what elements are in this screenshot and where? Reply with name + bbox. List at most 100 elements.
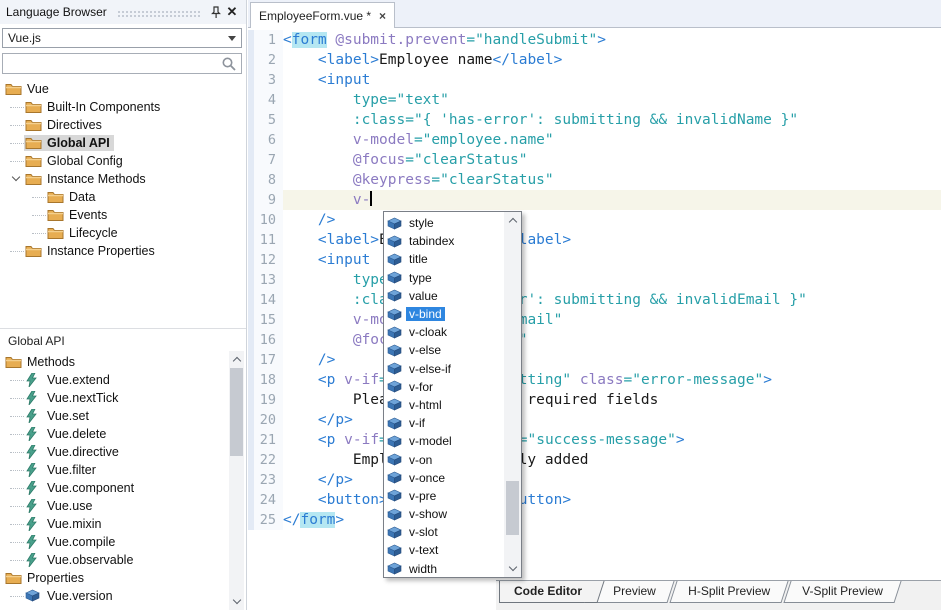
scrollbar-thumb[interactable] — [506, 481, 519, 535]
code-line[interactable]: 3 <input — [248, 70, 941, 90]
autocomplete-item[interactable]: v-slot — [384, 523, 504, 541]
editor-tab[interactable]: EmployeeForm.vue * × — [250, 2, 395, 28]
tree-item[interactable]: Vue.version — [0, 587, 228, 605]
chevron-down-icon[interactable] — [224, 31, 239, 45]
tree-item[interactable]: Vue.set — [0, 407, 228, 425]
autocomplete-item-label: v-show — [406, 507, 450, 521]
code-line[interactable]: 11 <label>Employee email</label> — [248, 230, 941, 250]
code-line[interactable]: 18 <p v-if="error && submitting" class="… — [248, 370, 941, 390]
panel-title-bar[interactable]: Language Browser ✕ — [0, 0, 246, 24]
autocomplete-item-label: v-pre — [406, 489, 439, 503]
tree-item[interactable]: Vue — [0, 80, 246, 98]
code-line[interactable]: 17 /> — [248, 350, 941, 370]
tree-item[interactable]: Instance Properties — [0, 242, 246, 260]
scroll-up-icon[interactable] — [504, 212, 521, 228]
code-line[interactable]: 23 </p> — [248, 470, 941, 490]
code-line[interactable]: 6 v-model="employee.name" — [248, 130, 941, 150]
line-number: 5 — [248, 110, 283, 130]
tree-item[interactable]: Vue.nextTick — [0, 389, 228, 407]
code-line-text: Employee successfully added — [283, 450, 941, 470]
code-line-text: Please fill out all required fields — [283, 390, 941, 410]
scroll-down-icon[interactable] — [229, 594, 244, 610]
chevron-down-icon[interactable] — [10, 172, 24, 186]
autocomplete-item[interactable]: value — [384, 287, 504, 305]
code-line[interactable]: 22 Employee successfully added — [248, 450, 941, 470]
code-line[interactable]: 7 @focus="clearStatus" — [248, 150, 941, 170]
tree-item[interactable]: Built-In Components — [0, 98, 246, 116]
code-line[interactable]: 10 /> — [248, 210, 941, 230]
autocomplete-item[interactable]: tabindex — [384, 232, 504, 250]
autocomplete-item[interactable]: v-if — [384, 414, 504, 432]
autocomplete-item[interactable]: v-else-if — [384, 360, 504, 378]
code-line[interactable]: 12 <input — [248, 250, 941, 270]
autocomplete-item[interactable]: v-model — [384, 432, 504, 450]
code-line[interactable]: 20 </p> — [248, 410, 941, 430]
autocomplete-item[interactable]: v-cloak — [384, 323, 504, 341]
code-line[interactable]: 2 <label>Employee name</label> — [248, 50, 941, 70]
autocomplete-item[interactable]: type — [384, 269, 504, 287]
code-line[interactable]: 5 :class="{ 'has-error': submitting && i… — [248, 110, 941, 130]
line-number: 11 — [248, 230, 283, 250]
api-tree-scrollbar[interactable] — [229, 351, 244, 610]
tree-item[interactable]: Vue.filter — [0, 461, 228, 479]
tree-item[interactable]: Global API — [0, 134, 246, 152]
view-mode-tab[interactable]: Code Editor — [499, 581, 596, 603]
autocomplete-item[interactable]: style — [384, 214, 504, 232]
pin-icon[interactable] — [208, 4, 224, 20]
code-line[interactable]: 21 <p v-if="success" class="success-mess… — [248, 430, 941, 450]
code-line-text: <label>Employee email</label> — [283, 230, 941, 250]
scroll-up-icon[interactable] — [229, 351, 244, 367]
tree-item[interactable]: Directives — [0, 116, 246, 134]
tree-item[interactable]: Vue.extend — [0, 371, 228, 389]
autocomplete-item[interactable]: v-pre — [384, 487, 504, 505]
autocomplete-item[interactable]: v-show — [384, 505, 504, 523]
autocomplete-item[interactable]: title — [384, 250, 504, 268]
code-line[interactable]: 13 type="text" — [248, 270, 941, 290]
scroll-down-icon[interactable] — [504, 561, 521, 577]
code-area[interactable]: 1 <form @submit.prevent="handleSubmit"> … — [248, 28, 941, 580]
scrollbar-thumb[interactable] — [230, 368, 243, 456]
close-icon[interactable]: ✕ — [224, 4, 240, 20]
language-select[interactable]: Vue.js — [2, 28, 242, 48]
autocomplete-item[interactable]: v-for — [384, 378, 504, 396]
code-line[interactable]: 16 @focus="clearStatus" — [248, 330, 941, 350]
tree-item[interactable]: Vue.mixin — [0, 515, 228, 533]
autocomplete-item[interactable]: v-html — [384, 396, 504, 414]
code-line[interactable]: 1 <form @submit.prevent="handleSubmit"> — [248, 30, 941, 50]
code-line[interactable]: 14 :class="{ 'has-error': submitting && … — [248, 290, 941, 310]
search-input[interactable] — [2, 53, 242, 74]
code-line[interactable]: 8 @keypress="clearStatus" — [248, 170, 941, 190]
code-line[interactable]: 25 </form> — [248, 510, 941, 530]
view-mode-tab[interactable]: Preview — [594, 581, 674, 603]
autocomplete-scrollbar[interactable] — [504, 212, 521, 577]
tree-item[interactable]: Vue.observable — [0, 551, 228, 569]
code-line[interactable]: 9 v- — [248, 190, 941, 210]
autocomplete-item[interactable]: v-once — [384, 469, 504, 487]
tree-item[interactable]: Events — [0, 206, 246, 224]
tree-item[interactable]: Methods — [0, 353, 228, 371]
tree-item[interactable]: Data — [0, 188, 246, 206]
view-mode-tab[interactable]: V-Split Preview — [783, 581, 901, 603]
tree-item[interactable]: Vue.delete — [0, 425, 228, 443]
autocomplete-item[interactable]: v-bind — [384, 305, 504, 323]
tree-item[interactable]: Vue.directive — [0, 443, 228, 461]
tree-item[interactable]: Instance Methods — [0, 170, 246, 188]
tree-item[interactable]: Lifecycle — [0, 224, 246, 242]
tree-item[interactable]: Vue.compile — [0, 533, 228, 551]
tree-item[interactable]: Properties — [0, 569, 228, 587]
code-line[interactable]: 24 <button>Add Employee</button> — [248, 490, 941, 510]
drag-grip[interactable] — [117, 10, 200, 17]
autocomplete-item[interactable]: width — [384, 560, 504, 578]
close-icon[interactable]: × — [379, 9, 386, 23]
autocomplete-item[interactable]: v-on — [384, 450, 504, 468]
autocomplete-item[interactable]: v-text — [384, 541, 504, 559]
tree-item[interactable]: Vue.use — [0, 497, 228, 515]
tree-item[interactable]: Vue.component — [0, 479, 228, 497]
code-line[interactable]: 15 v-model="employee.email" — [248, 310, 941, 330]
view-mode-tab[interactable]: H-Split Preview — [669, 581, 788, 603]
autocomplete-item[interactable]: v-else — [384, 341, 504, 359]
code-line[interactable]: 19 Please fill out all required fields — [248, 390, 941, 410]
tree-item[interactable]: Global Config — [0, 152, 246, 170]
autocomplete-item-label: style — [406, 216, 437, 230]
code-line[interactable]: 4 type="text" — [248, 90, 941, 110]
